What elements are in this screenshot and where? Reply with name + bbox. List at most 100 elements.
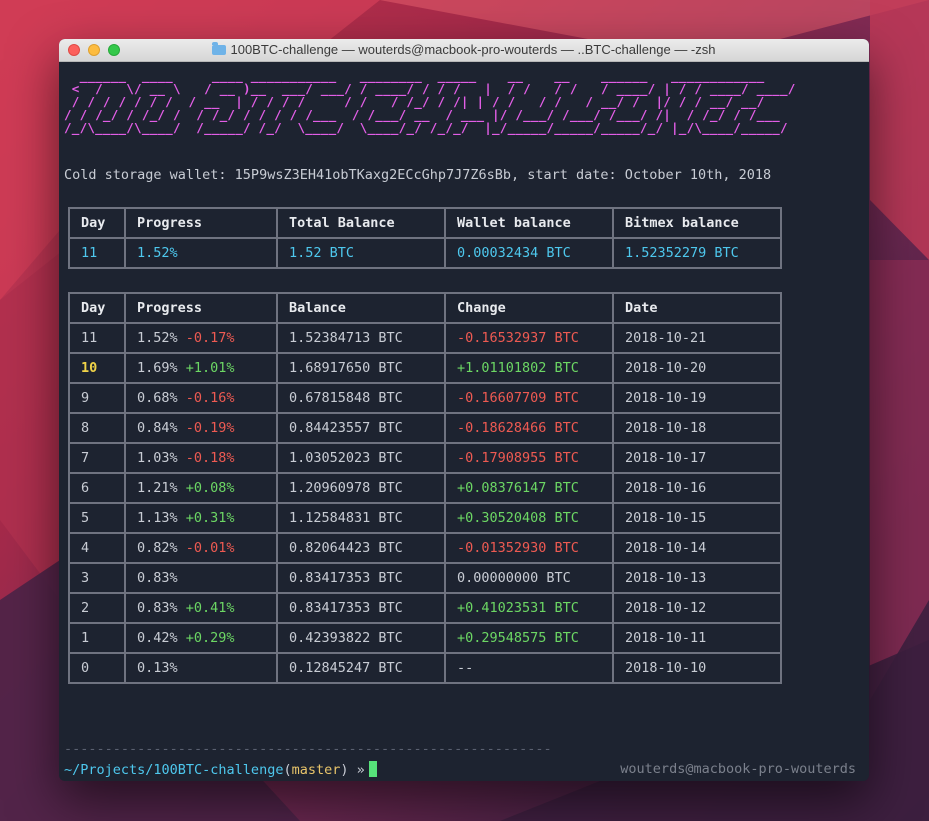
row-progress-delta: +1.01%: [185, 360, 235, 376]
row-change: +0.41023531 BTC: [444, 592, 614, 624]
row-progress: 0.42%: [137, 630, 178, 646]
row-change: +1.01101802 BTC: [444, 352, 614, 384]
row-change: -0.16532937 BTC: [444, 322, 614, 354]
row-change: -0.17908955 BTC: [444, 442, 614, 474]
table-row: 2 0.83% +0.41% 0.83417353 BTC +0.41023531 B…: [68, 592, 782, 624]
row-date: 2018-10-19: [612, 382, 782, 414]
window-title-wrap: 100BTC-challenge — wouterds@macbook-pro-…: [59, 42, 869, 57]
row-balance: 0.83417353 BTC: [276, 592, 446, 624]
row-day: 9: [68, 382, 126, 414]
table-row: 1 0.42% +0.29% 0.42393822 BTC +0.29548575 B…: [68, 622, 782, 654]
row-day: 1: [68, 622, 126, 654]
row-day: 2: [68, 592, 126, 624]
row-balance: 0.82064423 BTC: [276, 532, 446, 564]
row-progress-cell: 0.83%: [124, 562, 278, 594]
row-progress: 1.13%: [137, 510, 178, 526]
divider-line: ----------------------------------------…: [64, 741, 552, 757]
table-row: 3 0.83% 0.83417353 BTC 0.00000000 BTC 2018-1…: [68, 562, 782, 594]
row-date: 2018-10-16: [612, 472, 782, 504]
row-date: 2018-10-10: [612, 652, 782, 684]
row-balance: 0.42393822 BTC: [276, 622, 446, 654]
row-progress: 0.82%: [137, 540, 178, 556]
row-date: 2018-10-18: [612, 412, 782, 444]
history-header-row: Day Progress Balance Change Date: [68, 292, 782, 324]
row-progress: 0.83%: [137, 570, 178, 586]
row-date: 2018-10-11: [612, 622, 782, 654]
table-row: 11 1.52% -0.17% 1.52384713 BTC -0.16532937 …: [68, 322, 782, 354]
wallet-info-line: Cold storage wallet: 15P9wsZ3EH41obTKaxg…: [64, 167, 772, 183]
row-progress: 0.13%: [137, 660, 178, 676]
summary-value-row: 11 1.52% 1.52 BTC 0.00032434 BTC 1.52352…: [68, 237, 782, 269]
row-date: 2018-10-15: [612, 502, 782, 534]
folder-icon: [212, 42, 227, 55]
row-progress-cell: 1.13% +0.31%: [124, 502, 278, 534]
row-day: 7: [68, 442, 126, 474]
row-change: -0.18628466 BTC: [444, 412, 614, 444]
row-day: 10: [68, 352, 126, 384]
row-progress-delta: -0.17%: [185, 330, 235, 346]
row-progress: 0.84%: [137, 420, 178, 436]
row-day: 11: [68, 322, 126, 354]
row-change: -0.16607709 BTC: [444, 382, 614, 414]
row-progress-cell: 1.03% -0.18%: [124, 442, 278, 474]
row-progress-cell: 1.21% +0.08%: [124, 472, 278, 504]
row-day: 6: [68, 472, 126, 504]
row-date: 2018-10-13: [612, 562, 782, 594]
row-balance: 1.03052023 BTC: [276, 442, 446, 474]
row-day: 5: [68, 502, 126, 534]
row-progress: 1.03%: [137, 450, 178, 466]
row-progress-delta: +0.31%: [185, 510, 235, 526]
table-row: 5 1.13% +0.31% 1.12584831 BTC +0.30520408 B…: [68, 502, 782, 534]
summary-header-cell: Total Balance: [276, 207, 446, 239]
row-progress-delta: -0.18%: [185, 450, 235, 466]
history-header-cell: Date: [612, 292, 782, 324]
table-row: 8 0.84% -0.19% 0.84423557 BTC -0.18628466 B…: [68, 412, 782, 444]
row-balance: 0.12845247 BTC: [276, 652, 446, 684]
terminal-window: 100BTC-challenge — wouterds@macbook-pro-…: [59, 39, 869, 781]
row-date: 2018-10-20: [612, 352, 782, 384]
row-progress: 1.52%: [137, 330, 178, 346]
ascii-banner: ______ ____ ____ ___________ ________ __…: [64, 68, 796, 135]
row-day: 8: [68, 412, 126, 444]
row-progress: 0.68%: [137, 390, 178, 406]
row-progress-cell: 0.68% -0.16%: [124, 382, 278, 414]
row-progress: 0.83%: [137, 600, 178, 616]
title-bar[interactable]: 100BTC-challenge — wouterds@macbook-pro-…: [59, 39, 869, 62]
summary-header-cell: Day: [68, 207, 126, 239]
summary-day: 11: [68, 237, 126, 269]
row-date: 2018-10-21: [612, 322, 782, 354]
row-change: 0.00000000 BTC: [444, 562, 614, 594]
summary-progress: 1.52%: [124, 237, 278, 269]
right-prompt: wouterds@macbook-pro-wouterds: [620, 761, 856, 777]
history-header-cell: Balance: [276, 292, 446, 324]
window-title: 100BTC-challenge — wouterds@macbook-pro-…: [230, 42, 716, 57]
row-change: --: [444, 652, 614, 684]
cursor[interactable]: [368, 761, 377, 777]
terminal-content[interactable]: ______ ____ ____ ___________ ________ __…: [64, 68, 869, 778]
row-progress-cell: 0.84% -0.19%: [124, 412, 278, 444]
shell-prompt[interactable]: ~/Projects/100BTC-challenge(master) »: [64, 761, 377, 778]
row-balance: 1.68917650 BTC: [276, 352, 446, 384]
row-progress-delta: +0.29%: [185, 630, 235, 646]
row-date: 2018-10-17: [612, 442, 782, 474]
row-change: +0.08376147 BTC: [444, 472, 614, 504]
summary-header-cell: Wallet balance: [444, 207, 614, 239]
table-row: 4 0.82% -0.01% 0.82064423 BTC -0.01352930 B…: [68, 532, 782, 564]
prompt-paren-close: ): [340, 762, 349, 778]
row-balance: 0.67815848 BTC: [276, 382, 446, 414]
row-change: -0.01352930 BTC: [444, 532, 614, 564]
row-day: 4: [68, 532, 126, 564]
row-date: 2018-10-12: [612, 592, 782, 624]
summary-bitmex-balance: 1.52352279 BTC: [612, 237, 782, 269]
prompt-branch: master: [291, 762, 341, 778]
row-day: 0: [68, 652, 126, 684]
prompt-symbol: »: [356, 762, 365, 778]
row-balance: 1.12584831 BTC: [276, 502, 446, 534]
summary-total-balance: 1.52 BTC: [276, 237, 446, 269]
row-change: +0.30520408 BTC: [444, 502, 614, 534]
row-progress-delta: +0.08%: [185, 480, 235, 496]
row-progress-cell: 0.13%: [124, 652, 278, 684]
row-balance: 0.83417353 BTC: [276, 562, 446, 594]
row-progress-cell: 0.42% +0.29%: [124, 622, 278, 654]
summary-header-cell: Bitmex balance: [612, 207, 782, 239]
